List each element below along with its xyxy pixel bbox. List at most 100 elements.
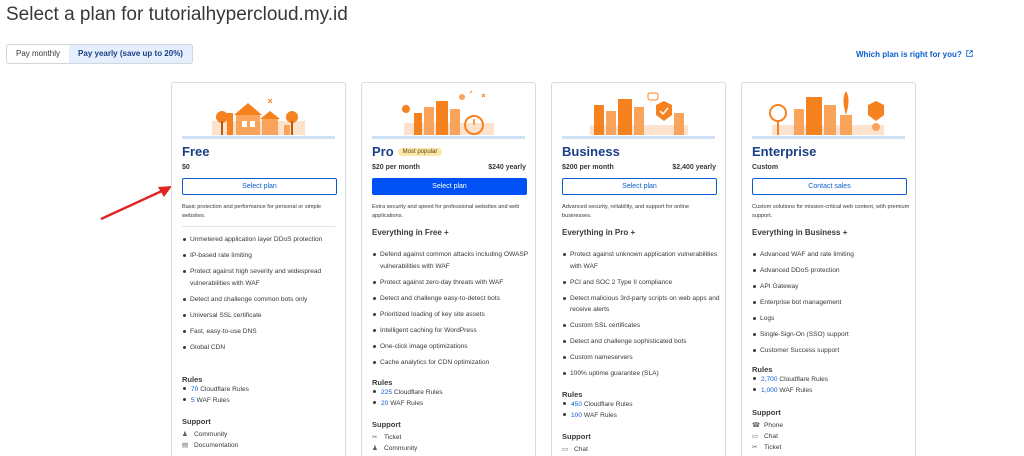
feature-item: Protect against unknown application vuln…: [562, 249, 722, 272]
feature-item: Detect and challenge common bots only: [182, 294, 342, 306]
plan-name: Pro Most popular: [372, 144, 443, 159]
community-icon: ♟: [182, 431, 188, 438]
ticket-icon: ✂: [752, 444, 758, 451]
rule-item: 5 WAF Rules: [182, 397, 230, 404]
support-item: ♟ Community: [182, 431, 228, 438]
rule-item: 225 Cloudflare Rules: [372, 389, 443, 396]
chat-icon: ▭: [562, 446, 569, 453]
feature-item: Unmetered application layer DDoS protect…: [182, 234, 342, 246]
feature-item: IP-based rate limiting: [182, 250, 342, 262]
plan-yearly-price: $2,400 yearly: [672, 164, 716, 171]
which-plan-link[interactable]: Which plan is right for you?: [856, 50, 973, 59]
contact-sales-button[interactable]: Contact sales: [752, 178, 907, 195]
feature-item: API Gateway: [752, 281, 912, 293]
support-heading: Support: [562, 432, 591, 441]
plan-yearly-price: $240 yearly: [488, 164, 526, 171]
plan-price: $200 per month: [562, 164, 614, 171]
rule-count-link[interactable]: 5: [191, 397, 195, 404]
rule-count-link[interactable]: 100: [571, 412, 582, 419]
plan-price: $0: [182, 164, 190, 171]
illustration-baseline: [562, 136, 715, 139]
pro-plan-illustration-icon: [402, 90, 494, 135]
support-heading: Support: [372, 420, 401, 429]
feature-item: Advanced WAF and rate limiting: [752, 249, 912, 261]
rule-label: Cloudflare Rules: [779, 376, 829, 383]
phone-icon: ☎: [752, 422, 761, 429]
page-title: Select a plan for tutorialhypercloud.my.…: [6, 4, 348, 25]
select-plan-button[interactable]: Select plan: [562, 178, 717, 195]
support-item: ☎ Phone: [752, 422, 784, 429]
plan-price: $20 per month: [372, 164, 420, 171]
ticket-icon: ✂: [372, 434, 378, 441]
support-item: ✂ Ticket: [372, 434, 402, 441]
plan-name: Enterprise: [752, 144, 817, 159]
plan-name: Business: [562, 144, 620, 159]
pay-monthly-option[interactable]: Pay monthly: [7, 45, 69, 63]
rule-label: Cloudflare Rules: [200, 386, 249, 393]
feature-item: Custom nameservers: [562, 352, 722, 364]
everything-in-heading: Everything in Free +: [372, 228, 449, 237]
support-item: ▤ Documentation: [182, 442, 239, 449]
plan-name: Free: [182, 144, 210, 159]
feature-item: Cache analytics for CDN optimization: [372, 357, 532, 369]
rule-count-link[interactable]: 225: [381, 389, 392, 396]
illustration-baseline: [372, 136, 525, 139]
feature-item: Detect and challenge sophisticated bots: [562, 336, 722, 348]
plan-price: Custom: [752, 164, 779, 171]
feature-item: Detect and challenge easy-to-detect bots: [372, 293, 532, 305]
feature-list: Advanced WAF and rate limiting Advanced …: [752, 249, 912, 361]
rule-item: 70 Cloudflare Rules: [182, 386, 249, 393]
feature-item: Fast, easy-to-use DNS: [182, 326, 342, 338]
divider: [182, 226, 335, 227]
rule-count-link[interactable]: 2,700: [761, 376, 778, 383]
feature-item: Protect against high severity and widesp…: [182, 266, 342, 289]
select-plan-button[interactable]: Select plan: [182, 178, 337, 195]
support-item: ✂ Ticket: [752, 444, 782, 451]
rule-count-link[interactable]: 20: [381, 400, 388, 407]
feature-item: One-click image optimizations: [372, 341, 532, 353]
feature-item: Intelligent caching for WordPress: [372, 325, 532, 337]
documentation-icon: ▤: [182, 442, 189, 449]
most-popular-badge: Most popular: [397, 148, 443, 156]
pay-yearly-option[interactable]: Pay yearly (save up to 20%): [69, 45, 192, 63]
rule-count-link[interactable]: 1,000: [761, 387, 778, 394]
plan-card-business: Business $200 per month $2,400 yearly Se…: [551, 82, 726, 456]
support-heading: Support: [752, 408, 781, 417]
plan-description: Extra security and speed for professiona…: [372, 204, 520, 219]
plan-description: Basic protection and performance for per…: [182, 204, 321, 219]
rule-count-link[interactable]: 70: [191, 386, 198, 393]
rule-label: Cloudflare Rules: [393, 389, 443, 396]
support-item: ▭ Chat: [752, 433, 778, 440]
illustration-baseline: [182, 136, 335, 139]
support-item: ♟ Community: [372, 445, 418, 452]
illustration-baseline: [752, 136, 905, 139]
rule-label: Cloudflare Rules: [583, 401, 633, 408]
rule-label: WAF Rules: [196, 397, 230, 404]
rules-heading: Rules: [182, 375, 203, 384]
community-icon: ♟: [372, 445, 378, 452]
rules-heading: Rules: [562, 390, 583, 399]
feature-list: Unmetered application layer DDoS protect…: [182, 234, 342, 358]
feature-item: Detect malicious 3rd-party scripts on we…: [562, 293, 722, 316]
plan-description: Custom solutions for mission-critical we…: [752, 204, 910, 219]
rule-label: WAF Rules: [583, 412, 617, 419]
select-plan-button[interactable]: Select plan: [372, 178, 527, 195]
free-plan-illustration-icon: [212, 98, 305, 135]
rule-item: 450 Cloudflare Rules: [562, 401, 633, 408]
support-item: ▭ Chat: [562, 446, 588, 453]
feature-item: Single-Sign-On (SSO) support: [752, 329, 912, 341]
plan-card-enterprise: Enterprise Custom Contact sales Custom s…: [741, 82, 916, 456]
feature-item: Protect against zero-day threats with WA…: [372, 277, 532, 289]
feature-list: Defend against common attacks including …: [372, 249, 532, 373]
rule-count-link[interactable]: 450: [571, 401, 582, 408]
feature-item: Logs: [752, 313, 912, 325]
plan-card-free: Free $0 Select plan Basic protection and…: [171, 82, 346, 456]
rule-item: 20 WAF Rules: [372, 400, 423, 407]
rules-heading: Rules: [752, 365, 773, 374]
feature-item: Advanced DDoS protection: [752, 265, 912, 277]
business-plan-illustration-icon: [590, 92, 688, 135]
billing-toggle: Pay monthly Pay yearly (save up to 20%): [6, 44, 193, 64]
plan-selection-page: Select a plan for tutorialhypercloud.my.…: [0, 0, 1024, 456]
feature-item: Enterprise bot management: [752, 297, 912, 309]
everything-in-heading: Everything in Pro +: [562, 228, 636, 237]
